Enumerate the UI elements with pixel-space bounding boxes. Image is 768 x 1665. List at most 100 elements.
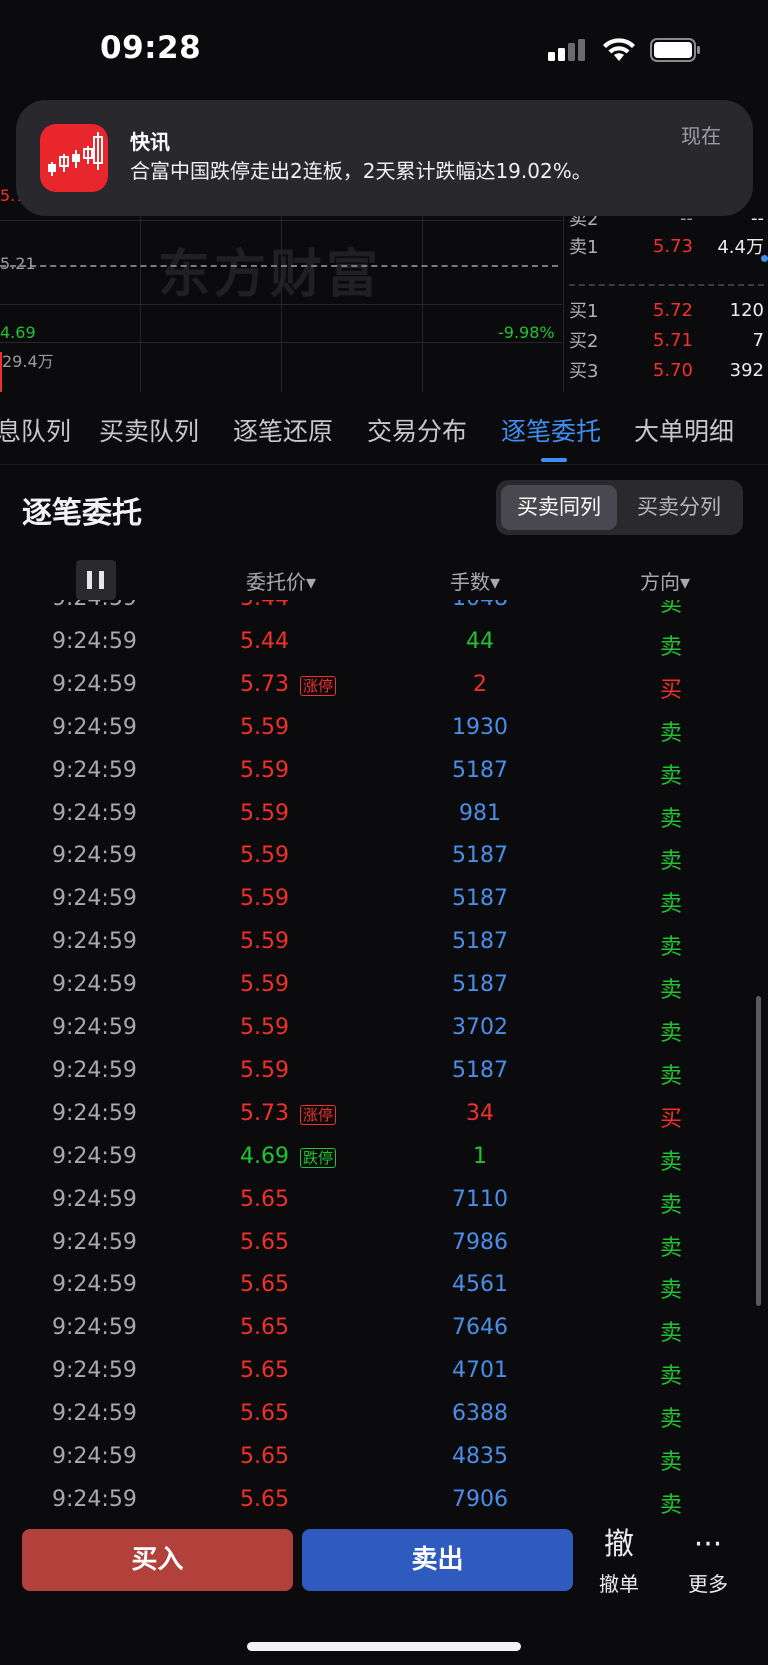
row-volume: 1: [473, 1143, 487, 1169]
row-price: 5.65: [240, 1272, 289, 1298]
row-time: 9:24:59: [52, 1186, 137, 1212]
limit-badge: 涨停: [300, 675, 337, 696]
row-time: 9:24:59: [52, 1315, 137, 1341]
row-direction: 卖: [660, 1278, 683, 1304]
row-price: 5.59: [240, 929, 289, 955]
candlestick-icon: [48, 132, 103, 176]
table-row: 9:24:59 5.59 5187 卖: [0, 878, 768, 921]
row-volume: 5187: [452, 1057, 508, 1083]
ask-label: 卖1: [569, 237, 599, 258]
row-time: 9:24:59: [52, 1057, 137, 1083]
bid-row: 买2 5.71 7: [569, 326, 764, 354]
row-volume: 4561: [452, 1272, 508, 1298]
segment-combined[interactable]: 买卖同列: [501, 485, 617, 530]
bid-price: 5.71: [652, 329, 693, 351]
row-volume: 5187: [452, 972, 508, 998]
row-time: 9:24:59: [52, 886, 137, 912]
tab-large-orders[interactable]: 大单明细: [634, 412, 734, 448]
row-volume: 34: [466, 1100, 494, 1126]
row-time: 9:24:59: [52, 800, 137, 826]
row-direction: 卖: [660, 1450, 683, 1475]
row-time: 9:24:59: [52, 628, 137, 654]
cancel-order-button[interactable]: 撤 撤单: [579, 1526, 659, 1597]
row-direction: 卖: [660, 1364, 683, 1390]
row-price: 5.65: [240, 1486, 289, 1512]
table-row: 9:24:59 5.44 1048 卖: [0, 600, 768, 621]
buy-button[interactable]: 买入: [22, 1529, 293, 1591]
battery-icon: [650, 38, 700, 62]
column-header-direction[interactable]: 方向▾: [640, 566, 690, 595]
row-direction: 卖: [660, 763, 683, 789]
chart-watermark: 东方财富: [158, 244, 383, 305]
bid-label: 买2: [569, 331, 599, 352]
sell-button[interactable]: 卖出: [302, 1529, 573, 1591]
chart-volume: 29.4万: [2, 352, 54, 371]
chart-price-low: 4.69: [0, 323, 36, 342]
tab-buy-sell-queue[interactable]: 买卖队列: [99, 412, 199, 448]
row-direction: 卖: [660, 849, 683, 875]
row-volume: 7986: [452, 1229, 508, 1255]
tab-tick-restore[interactable]: 逐笔还原: [233, 412, 333, 448]
row-price: 5.65: [240, 1186, 289, 1212]
tab-trade-distribution[interactable]: 交易分布: [367, 412, 467, 448]
app-icon: [40, 124, 108, 192]
table-row: 9:24:59 5.73 涨停 2 买: [0, 664, 768, 707]
row-price: 5.59: [240, 886, 289, 912]
row-direction: 卖: [660, 1149, 683, 1175]
order-list[interactable]: 9:24:59 5.44 1048 卖 9:24:59 5.44 44 卖 9:24:59 5.7…: [0, 600, 768, 1520]
column-header-volume[interactable]: 手数▾: [450, 566, 500, 595]
row-volume: 5187: [452, 757, 508, 783]
pause-button[interactable]: [76, 560, 116, 600]
segment-split[interactable]: 买卖分列: [620, 485, 738, 530]
row-volume: 981: [459, 800, 501, 826]
table-row: 9:24:59 5.59 5187 卖: [0, 750, 768, 793]
row-time: 9:24:59: [52, 1486, 137, 1512]
row-time: 9:24:59: [52, 929, 137, 955]
row-price: 5.44: [240, 628, 289, 654]
row-price: 5.59: [240, 972, 289, 998]
row-direction: 买: [660, 677, 683, 703]
more-label: 更多: [688, 1572, 728, 1596]
row-volume: 5187: [452, 886, 508, 912]
home-indicator[interactable]: [247, 1642, 521, 1651]
tab-info-queue[interactable]: 息队列: [0, 412, 71, 448]
row-price: 4.69: [240, 1143, 289, 1169]
row-direction: 卖: [660, 1492, 683, 1518]
row-volume: 4835: [452, 1444, 508, 1469]
ask-price: 5.73: [652, 235, 693, 257]
cancel-icon: 撤: [604, 1527, 634, 1562]
column-header-price[interactable]: 委托价▾: [246, 566, 316, 595]
row-time: 9:24:59: [52, 1272, 137, 1298]
row-price: 5.65: [240, 1444, 289, 1469]
row-volume: 2: [473, 671, 487, 697]
row-price: 5.65: [240, 1401, 289, 1427]
view-mode-toggle: 买卖同列 买卖分列: [496, 480, 743, 535]
pause-icon: [99, 571, 104, 589]
bid-row: 买3 5.70 392: [569, 356, 764, 384]
table-row: 9:24:59 5.65 4835 卖: [0, 1436, 768, 1479]
row-price: 5.59: [240, 1015, 289, 1040]
row-volume: 7646: [452, 1315, 508, 1341]
notification-banner[interactable]: 快讯 合富中国跌停走出2连板，2天累计跌幅达19.02%。 现在: [16, 100, 753, 216]
ask-volume: 4.4万: [717, 237, 764, 258]
row-volume: 4701: [452, 1358, 508, 1384]
bid-volume: 392: [729, 359, 764, 381]
notification-message: 合富中国跌停走出2连板，2天累计跌幅达19.02%。: [130, 159, 592, 183]
row-time: 9:24:59: [52, 1401, 137, 1427]
table-row: 9:24:59 5.59 5187 卖: [0, 1050, 768, 1093]
row-direction: 卖: [660, 806, 683, 832]
row-volume: 6388: [452, 1401, 508, 1427]
live-dot-icon: [761, 255, 768, 262]
row-volume: 5187: [452, 843, 508, 869]
row-price: 5.65: [240, 1229, 289, 1255]
row-price: 5.59: [240, 714, 289, 740]
table-row: 9:24:59 5.65 4701 卖: [0, 1350, 768, 1393]
row-time: 9:24:59: [52, 1015, 137, 1040]
row-direction: 卖: [660, 978, 683, 1004]
bid-price: 5.72: [652, 299, 693, 321]
more-button[interactable]: ··· 更多: [668, 1526, 748, 1597]
row-price: 5.44: [240, 600, 289, 611]
tab-tick-orders[interactable]: 逐笔委托: [501, 412, 601, 448]
scrollbar[interactable]: [756, 996, 761, 1306]
pause-icon: [87, 571, 92, 589]
